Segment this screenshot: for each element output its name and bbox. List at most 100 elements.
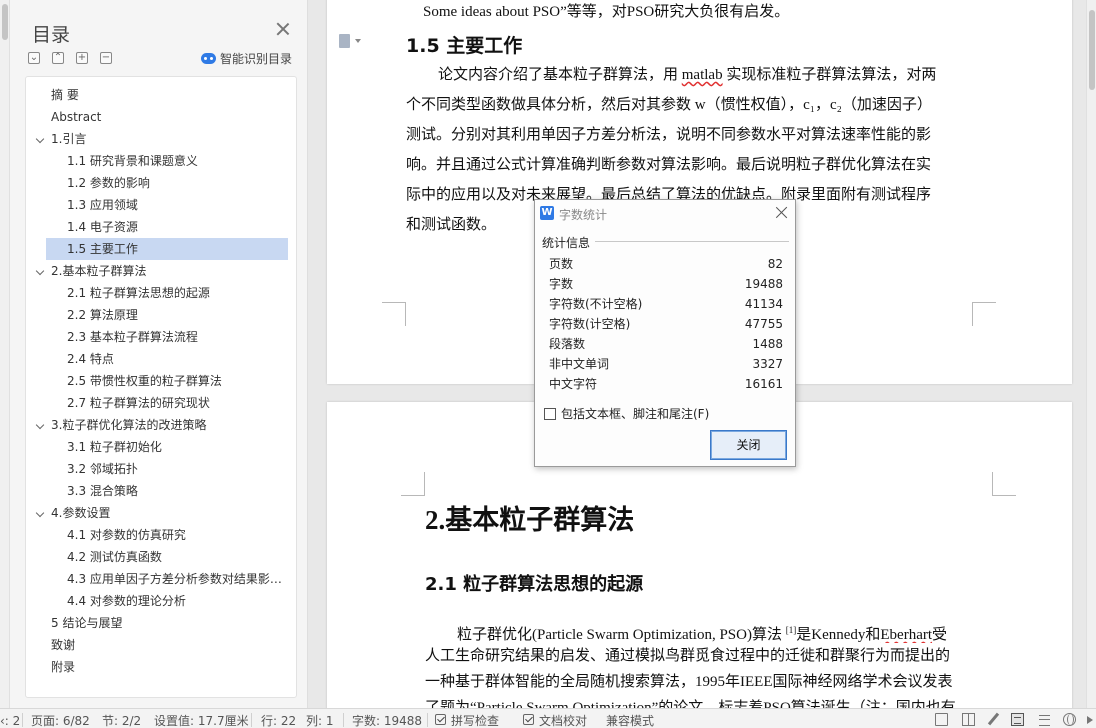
toc-item-label: 2.3 基本粒子群算法流程 bbox=[67, 330, 198, 344]
stats-group-label: 统计信息 bbox=[542, 234, 595, 251]
stat-label: 段落数 bbox=[549, 337, 586, 351]
chevron-down-icon[interactable] bbox=[35, 134, 45, 144]
toc-item-label: 1.引言 bbox=[51, 132, 87, 146]
toc-item[interactable]: 2.基本粒子群算法 bbox=[26, 260, 296, 282]
toc-item[interactable]: 3.1 粒子群初始化 bbox=[26, 436, 296, 458]
toc-item[interactable]: 1.1 研究背景和课题意义 bbox=[26, 150, 296, 172]
compat-mode-label: 兼容模式 bbox=[606, 714, 655, 728]
toc-item-label: 4.1 对参数的仿真研究 bbox=[67, 528, 186, 542]
vertical-scrollbar[interactable] bbox=[1086, 0, 1096, 708]
divider bbox=[343, 713, 344, 727]
toc-list: 摘 要 Abstract 1.引言 1.1 研究背景和课题意义 1.2 参数的影响 1.3… bbox=[26, 77, 296, 678]
toc-item[interactable]: 3.粒子群优化算法的改进策略 bbox=[26, 414, 296, 436]
stat-row: 非中文单词 3327 bbox=[549, 354, 783, 374]
close-icon[interactable] bbox=[775, 206, 788, 219]
toc-item[interactable]: 1.3 应用领域 bbox=[26, 194, 296, 216]
toc-item-label: 4.参数设置 bbox=[51, 506, 111, 520]
remove-heading-icon[interactable]: − bbox=[100, 52, 112, 64]
toc-item[interactable]: 2.7 粒子群算法的研究现状 bbox=[26, 392, 296, 414]
more-views-icon[interactable] bbox=[1084, 713, 1096, 726]
expand-up-icon[interactable]: ⌃ bbox=[52, 52, 64, 64]
status-bar: ‹: 2 页面: 6/82 节: 2/2 设置值: 17.7厘米 行: 22 列… bbox=[0, 708, 1096, 728]
citation-ref[interactable]: [1] bbox=[786, 625, 797, 635]
chevron-down-icon[interactable] bbox=[35, 266, 45, 276]
dialog-titlebar[interactable]: W 字数统计 bbox=[535, 200, 795, 226]
section-heading: 2.1 粒子群算法思想的起源 bbox=[425, 574, 644, 595]
toc-item[interactable]: 4.2 测试仿真函数 bbox=[26, 546, 296, 568]
include-textbox-footnote-checkbox[interactable]: 包括文本框、脚注和尾注(F) bbox=[544, 405, 709, 422]
stat-row: 段落数 1488 bbox=[549, 334, 783, 354]
stat-label: 非中文单词 bbox=[549, 357, 610, 371]
text-run: 受 bbox=[932, 627, 948, 643]
web-view-icon[interactable] bbox=[1063, 713, 1076, 726]
ai-icon bbox=[201, 53, 216, 64]
outline-view-icon[interactable] bbox=[1038, 713, 1051, 726]
toc-item[interactable]: 附录 bbox=[26, 656, 296, 678]
misspelled-word[interactable]: matlab bbox=[682, 67, 723, 83]
collapse-all-icon[interactable]: ⌄ bbox=[28, 52, 40, 64]
spellcheck-toggle[interactable]: 拼写检查 bbox=[451, 714, 499, 728]
previous-paragraph-line: Some ideas about PSO”等等，对PSO研究大负很有启发。 bbox=[423, 4, 790, 20]
toc-item[interactable]: 1.引言 bbox=[26, 128, 296, 150]
add-heading-icon[interactable]: + bbox=[76, 52, 88, 64]
toc-item[interactable]: 4.4 对参数的理论分析 bbox=[26, 590, 296, 612]
status-section: 节: 2/2 bbox=[102, 714, 142, 728]
left-scrollbar-thumb[interactable] bbox=[2, 4, 8, 40]
proofread-button[interactable]: 文档校对 bbox=[539, 714, 587, 728]
left-scrollbar[interactable] bbox=[0, 0, 10, 708]
stat-value: 1488 bbox=[752, 337, 783, 351]
stat-value: 41134 bbox=[744, 297, 783, 311]
toc-item[interactable]: 4.参数设置 bbox=[26, 502, 296, 524]
text-line: 论文内容介绍了基本粒子群算法，用 matlab 实现标准粒子群算法算法，对两 bbox=[406, 63, 968, 93]
divider bbox=[251, 713, 252, 727]
smart-toc-button[interactable]: 智能识别目录 bbox=[201, 50, 292, 67]
text-line: 了题为“Particle Swarm Optimization”的论文，标志着P… bbox=[425, 700, 956, 708]
toc-item-label: 3.2 邻域拓扑 bbox=[67, 462, 138, 476]
toc-item[interactable]: 2.4 特点 bbox=[26, 348, 296, 370]
edit-pen-icon[interactable] bbox=[987, 713, 1000, 726]
stat-label: 中文字符 bbox=[549, 377, 598, 391]
two-page-view-icon[interactable] bbox=[962, 713, 975, 726]
word-count-dialog: W 字数统计 统计信息 页数 82 字数 19488 字符数(不计空格) 41134 字符数… bbox=[534, 199, 796, 467]
toc-item[interactable]: 2.3 基本粒子群算法流程 bbox=[26, 326, 296, 348]
page-marker-icon[interactable] bbox=[339, 34, 361, 48]
toc-item[interactable]: 致谢 bbox=[26, 634, 296, 656]
close-button[interactable]: 关闭 bbox=[710, 430, 787, 460]
chevron-down-icon[interactable] bbox=[35, 508, 45, 518]
stat-label: 字符数(计空格) bbox=[549, 317, 631, 331]
toc-item[interactable]: 2.1 粒子群算法思想的起源 bbox=[26, 282, 296, 304]
toc-item[interactable]: 1.4 电子资源 bbox=[26, 216, 296, 238]
status-word-count[interactable]: 字数: 19488 bbox=[352, 714, 422, 728]
page-view-icon[interactable] bbox=[1011, 713, 1024, 726]
toc-item[interactable]: 4.1 对参数的仿真研究 bbox=[26, 524, 296, 546]
toc-item[interactable]: 4.3 应用单因子方差分析参数对结果影… bbox=[26, 568, 296, 590]
close-icon[interactable] bbox=[276, 22, 290, 36]
misspelled-word[interactable]: Eberhart bbox=[880, 627, 932, 643]
toc-item[interactable]: 1.2 参数的影响 bbox=[26, 172, 296, 194]
toc-item[interactable]: 摘 要 bbox=[26, 84, 296, 106]
toc-item[interactable]: 3.2 邻域拓扑 bbox=[26, 458, 296, 480]
proofread-icon[interactable] bbox=[523, 714, 534, 725]
text-run: 实现标准粒子群算法算法，对两 bbox=[722, 67, 937, 83]
spellcheck-icon[interactable] bbox=[435, 714, 446, 725]
toc-item[interactable]: Abstract bbox=[26, 106, 296, 128]
toc-item-label: 3.1 粒子群初始化 bbox=[67, 440, 162, 454]
checkbox-box[interactable] bbox=[544, 407, 556, 420]
stat-label: 页数 bbox=[549, 257, 574, 271]
status-page[interactable]: 页面: 6/82 bbox=[31, 714, 90, 728]
divider bbox=[427, 713, 428, 727]
toc-item[interactable]: 2.2 算法原理 bbox=[26, 304, 296, 326]
toc-item[interactable]: 2.5 带惯性权重的粒子群算法 bbox=[26, 370, 296, 392]
chevron-down-icon[interactable] bbox=[35, 420, 45, 430]
toc-item[interactable]: 1.5 主要工作 bbox=[46, 238, 288, 260]
crop-mark bbox=[972, 302, 996, 326]
text-run: 是Kennedy和 bbox=[796, 627, 881, 643]
navigation-panel: 目录 ⌄ ⌃ + − 智能识别目录 摘 要 Abstract 1.引言 1.1 研究背… bbox=[10, 0, 308, 708]
toc-item-label: 1.1 研究背景和课题意义 bbox=[67, 154, 198, 168]
dialog-title: 字数统计 bbox=[559, 208, 608, 222]
scrollbar-thumb[interactable] bbox=[1089, 10, 1095, 90]
toc-item[interactable]: 5 结论与展望 bbox=[26, 612, 296, 634]
toc-item[interactable]: 3.3 混合策略 bbox=[26, 480, 296, 502]
toc-item-label: 致谢 bbox=[51, 638, 76, 652]
fullscreen-icon[interactable] bbox=[935, 713, 948, 726]
